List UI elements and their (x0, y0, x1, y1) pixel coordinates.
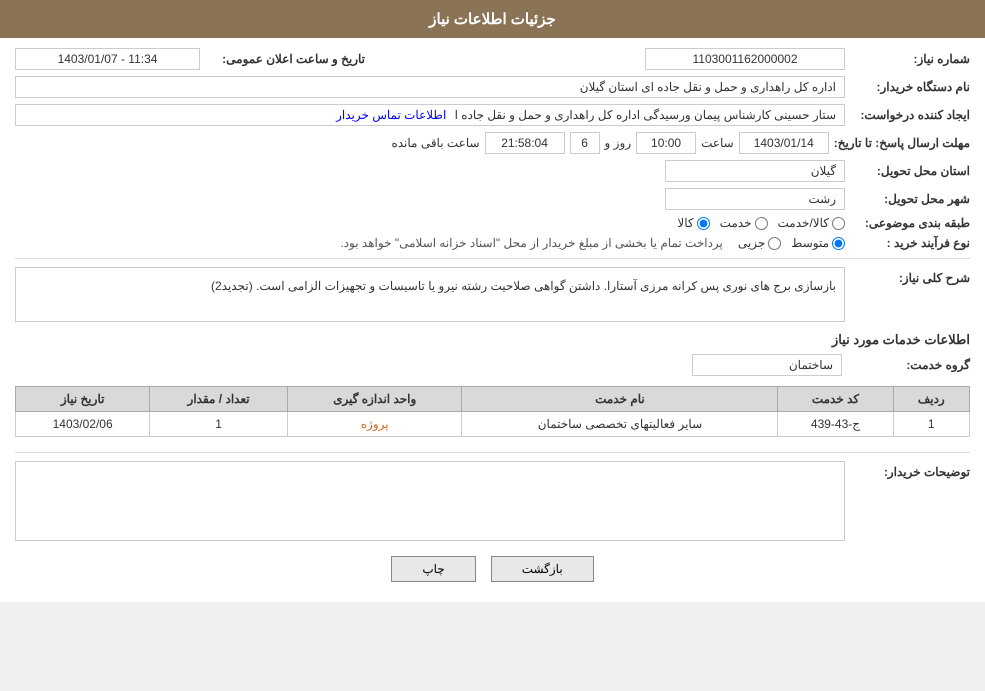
city-row: شهر محل تحویل: رشت (15, 188, 970, 210)
cell-unit[interactable]: پروژه (287, 412, 462, 437)
service-group-value: ساختمان (692, 354, 842, 376)
back-button[interactable]: بازگشت (491, 556, 594, 582)
services-section-title: اطلاعات خدمات مورد نیاز (15, 332, 970, 348)
category-kala-khadamat-label: کالا/خدمت (778, 216, 829, 230)
col-header-row-num: ردیف (893, 387, 969, 412)
buyer-desc-row: توضیحات خریدار: (15, 461, 970, 541)
page-title: جزئیات اطلاعات نیاز (429, 11, 556, 28)
purchase-type-row: نوع فرآیند خرید : متوسط جزیی پرداخت تمام… (15, 236, 970, 250)
purchase-type-note: پرداخت تمام یا بخشی از مبلغ خریدار از مح… (340, 236, 723, 250)
category-option-kala-khadamat[interactable]: کالا/خدمت (778, 216, 845, 230)
creator-label: ایجاد کننده درخواست: (850, 108, 970, 122)
deadline-row: مهلت ارسال پاسخ: تا تاریخ: 1403/01/14 سا… (15, 132, 970, 154)
creator-row: ایجاد کننده درخواست: ستار حسینی کارشناس … (15, 104, 970, 126)
buyer-org-value: اداره کل راهداری و حمل و نقل جاده ای است… (15, 76, 845, 98)
province-row: استان محل تحویل: گیلان (15, 160, 970, 182)
deadline-time: 10:00 (636, 132, 696, 154)
general-desc-label: شرح کلی نیاز: (850, 267, 970, 285)
divider1 (15, 258, 970, 259)
services-table-section: ردیف کد خدمت نام خدمت واحد اندازه گیری ت… (15, 386, 970, 437)
city-value: رشت (665, 188, 845, 210)
province-value: گیلان (665, 160, 845, 182)
page-header: جزئیات اطلاعات نیاز (0, 0, 985, 38)
creator-value: ستار حسینی کارشناس پیمان ورسیدگی اداره ک… (15, 104, 845, 126)
print-button[interactable]: چاپ (391, 556, 475, 582)
category-option-kala[interactable]: کالا (677, 216, 709, 230)
deadline-remaining: 21:58:04 (485, 132, 565, 154)
deadline-days: 6 (570, 132, 600, 154)
announcement-date-value: 1403/01/07 - 11:34 (15, 48, 200, 70)
category-radio-group: کالا/خدمت خدمت کالا (677, 216, 845, 230)
purchase-type-motavaset[interactable]: متوسط (791, 236, 845, 250)
cell-code: ج-43-439 (778, 412, 893, 437)
col-header-unit: واحد اندازه گیری (287, 387, 462, 412)
cell-name: سایر فعالیتهای تخصصی ساختمان (462, 412, 778, 437)
purchase-jozei-label: جزیی (738, 236, 765, 250)
reply-deadline-label: مهلت ارسال پاسخ: تا تاریخ: (834, 136, 970, 150)
purchase-type-jozei[interactable]: جزیی (738, 236, 781, 250)
table-row: 1 ج-43-439 سایر فعالیتهای تخصصی ساختمان … (16, 412, 970, 437)
buyer-desc-label: توضیحات خریدار: (850, 461, 970, 479)
category-option-khadamat[interactable]: خدمت (720, 216, 768, 230)
col-header-code: کد خدمت (778, 387, 893, 412)
remaining-time-suffix: ساعت باقی مانده (391, 136, 479, 150)
general-desc-value: بازسازی برج های نوری پس کرانه مرزی آستار… (15, 267, 845, 322)
buyer-desc-textarea[interactable] (15, 461, 845, 541)
need-number-value: 1103001162000002 (645, 48, 845, 70)
category-kala-label: کالا (677, 216, 693, 230)
cell-quantity: 1 (150, 412, 288, 437)
divider2 (15, 452, 970, 453)
category-row: طبقه بندی موضوعی: کالا/خدمت خدمت کالا (15, 216, 970, 230)
cell-date: 1403/02/06 (16, 412, 150, 437)
purchase-motavaset-label: متوسط (791, 236, 829, 250)
col-header-name: نام خدمت (462, 387, 778, 412)
need-number-row: شماره نیاز: 1103001162000002 تاریخ و ساع… (15, 48, 970, 70)
general-desc-row: شرح کلی نیاز: بازسازی برج های نوری پس کر… (15, 267, 970, 322)
bottom-buttons: بازگشت چاپ (15, 556, 970, 582)
deadline-time-label: ساعت (701, 136, 734, 150)
deadline-day-label: روز و (605, 136, 632, 150)
city-label: شهر محل تحویل: (850, 192, 970, 206)
need-number-label: شماره نیاز: (850, 52, 970, 66)
category-khadamat-label: خدمت (720, 216, 752, 230)
deadline-date: 1403/01/14 (739, 132, 829, 154)
service-group-row: گروه خدمت: ساختمان (15, 354, 970, 376)
category-label: طبقه بندی موضوعی: (850, 216, 970, 230)
buyer-org-label: نام دستگاه خریدار: (850, 80, 970, 94)
cell-row-num: 1 (893, 412, 969, 437)
purchase-type-radio-group: متوسط جزیی (738, 236, 845, 250)
creator-text: ستار حسینی کارشناس پیمان ورسیدگی اداره ک… (455, 108, 836, 122)
services-table: ردیف کد خدمت نام خدمت واحد اندازه گیری ت… (15, 386, 970, 437)
creator-link[interactable]: اطلاعات تماس خریدار (336, 108, 446, 122)
purchase-type-label: نوع فرآیند خرید : (850, 236, 970, 250)
announcement-date-label: تاریخ و ساعت اعلان عمومی: (205, 52, 365, 66)
buyer-org-row: نام دستگاه خریدار: اداره کل راهداری و حم… (15, 76, 970, 98)
col-header-quantity: تعداد / مقدار (150, 387, 288, 412)
table-header-row: ردیف کد خدمت نام خدمت واحد اندازه گیری ت… (16, 387, 970, 412)
province-label: استان محل تحویل: (850, 164, 970, 178)
col-header-date: تاریخ نیاز (16, 387, 150, 412)
service-group-label: گروه خدمت: (850, 358, 970, 372)
